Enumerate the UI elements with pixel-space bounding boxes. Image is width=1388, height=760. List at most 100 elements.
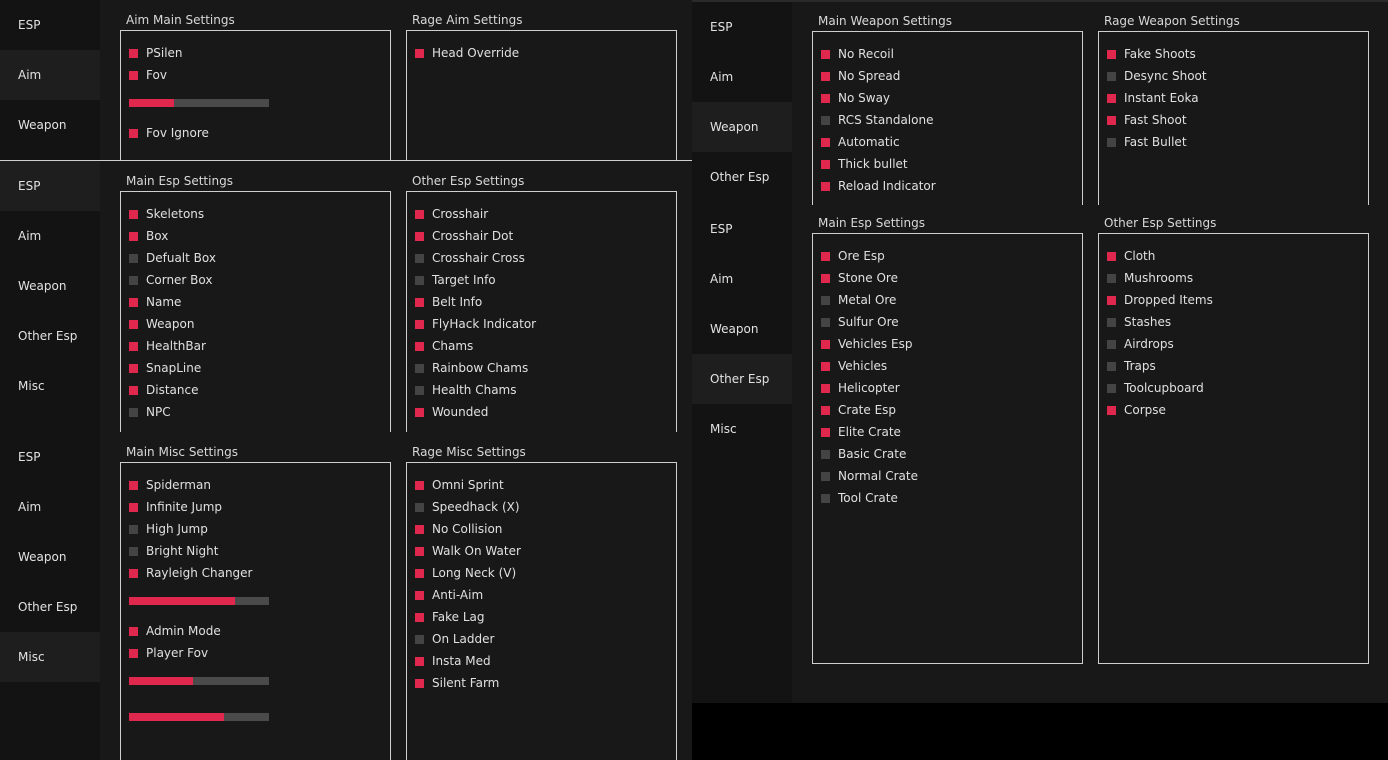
checkbox-checked[interactable] xyxy=(415,480,424,490)
option-infinite-jump[interactable]: Infinite Jump xyxy=(129,497,222,517)
option-helicopter[interactable]: Helicopter xyxy=(821,378,900,398)
sidebar-item-weapon[interactable]: Weapon xyxy=(692,102,792,152)
checkbox-checked[interactable] xyxy=(129,626,138,636)
checkbox-unchecked[interactable] xyxy=(129,546,138,556)
checkbox-checked[interactable] xyxy=(129,128,138,138)
option-sulfur-ore[interactable]: Sulfur Ore xyxy=(821,312,899,332)
option-snapline[interactable]: SnapLine xyxy=(129,358,201,378)
checkbox-unchecked[interactable] xyxy=(1107,339,1116,349)
option-high-jump[interactable]: High Jump xyxy=(129,519,208,539)
option-long-neck-v[interactable]: Long Neck (V) xyxy=(415,563,516,583)
option-defualt-box[interactable]: Defualt Box xyxy=(129,248,216,268)
checkbox-unchecked[interactable] xyxy=(821,115,830,125)
option-box[interactable]: Box xyxy=(129,226,168,246)
option-psilen[interactable]: PSilen xyxy=(129,43,183,63)
checkbox-checked[interactable] xyxy=(415,678,424,688)
option-bright-night[interactable]: Bright Night xyxy=(129,541,218,561)
option-stashes[interactable]: Stashes xyxy=(1107,312,1171,332)
checkbox-unchecked[interactable] xyxy=(415,634,424,644)
checkbox-checked[interactable] xyxy=(415,590,424,600)
checkbox-checked[interactable] xyxy=(415,568,424,578)
option-fov-ignore[interactable]: Fov Ignore xyxy=(129,123,209,143)
sidebar-item-other-esp[interactable]: Other Esp xyxy=(692,152,792,202)
sidebar-item-esp[interactable]: ESP xyxy=(692,204,792,254)
checkbox-unchecked[interactable] xyxy=(415,275,424,285)
option-silent-farm[interactable]: Silent Farm xyxy=(415,673,499,693)
value-slider[interactable] xyxy=(129,597,269,605)
checkbox-checked[interactable] xyxy=(415,524,424,534)
sidebar-item-esp[interactable]: ESP xyxy=(0,161,100,211)
sidebar-item-weapon[interactable]: Weapon xyxy=(0,532,100,582)
option-stone-ore[interactable]: Stone Ore xyxy=(821,268,898,288)
sidebar-item-esp[interactable]: ESP xyxy=(692,2,792,52)
checkbox-unchecked[interactable] xyxy=(1107,137,1116,147)
sidebar-item-other-esp[interactable]: Other Esp xyxy=(0,311,100,361)
checkbox-unchecked[interactable] xyxy=(415,385,424,395)
option-spiderman[interactable]: Spiderman xyxy=(129,475,211,495)
checkbox-checked[interactable] xyxy=(129,70,138,80)
checkbox-checked[interactable] xyxy=(415,341,424,351)
checkbox-checked[interactable] xyxy=(129,480,138,490)
option-speedhack-x[interactable]: Speedhack (X) xyxy=(415,497,520,517)
option-automatic[interactable]: Automatic xyxy=(821,132,900,152)
sidebar-item-aim[interactable]: Aim xyxy=(692,254,792,304)
option-healthbar[interactable]: HealthBar xyxy=(129,336,206,356)
checkbox-checked[interactable] xyxy=(415,209,424,219)
option-belt-info[interactable]: Belt Info xyxy=(415,292,482,312)
sidebar-item-aim[interactable]: Aim xyxy=(0,482,100,532)
checkbox-unchecked[interactable] xyxy=(821,317,830,327)
checkbox-checked[interactable] xyxy=(821,93,830,103)
checkbox-checked[interactable] xyxy=(129,341,138,351)
checkbox-checked[interactable] xyxy=(1107,93,1116,103)
checkbox-unchecked[interactable] xyxy=(1107,71,1116,81)
value-slider[interactable] xyxy=(129,677,269,685)
checkbox-checked[interactable] xyxy=(415,297,424,307)
option-fake-shoots[interactable]: Fake Shoots xyxy=(1107,44,1196,64)
sidebar-item-misc[interactable]: Misc xyxy=(0,632,100,682)
option-no-recoil[interactable]: No Recoil xyxy=(821,44,894,64)
checkbox-checked[interactable] xyxy=(129,568,138,578)
option-fast-shoot[interactable]: Fast Shoot xyxy=(1107,110,1187,130)
checkbox-checked[interactable] xyxy=(821,181,830,191)
checkbox-checked[interactable] xyxy=(129,648,138,658)
checkbox-checked[interactable] xyxy=(821,339,830,349)
sidebar-item-esp[interactable]: ESP xyxy=(0,432,100,482)
option-instant-eoka[interactable]: Instant Eoka xyxy=(1107,88,1199,108)
checkbox-unchecked[interactable] xyxy=(129,253,138,263)
checkbox-checked[interactable] xyxy=(821,405,830,415)
option-vehicles-esp[interactable]: Vehicles Esp xyxy=(821,334,912,354)
checkbox-checked[interactable] xyxy=(415,612,424,622)
option-omni-sprint[interactable]: Omni Sprint xyxy=(415,475,504,495)
checkbox-unchecked[interactable] xyxy=(129,524,138,534)
checkbox-checked[interactable] xyxy=(1107,405,1116,415)
checkbox-checked[interactable] xyxy=(129,297,138,307)
option-skeletons[interactable]: Skeletons xyxy=(129,204,204,224)
option-corner-box[interactable]: Corner Box xyxy=(129,270,213,290)
checkbox-unchecked[interactable] xyxy=(821,471,830,481)
checkbox-checked[interactable] xyxy=(129,209,138,219)
checkbox-unchecked[interactable] xyxy=(1107,273,1116,283)
sidebar-item-other-esp[interactable]: Other Esp xyxy=(692,354,792,404)
checkbox-unchecked[interactable] xyxy=(821,449,830,459)
sidebar-item-aim[interactable]: Aim xyxy=(0,211,100,261)
option-toolcupboard[interactable]: Toolcupboard xyxy=(1107,378,1204,398)
checkbox-unchecked[interactable] xyxy=(1107,361,1116,371)
checkbox-checked[interactable] xyxy=(821,383,830,393)
sidebar-item-weapon[interactable]: Weapon xyxy=(0,261,100,311)
checkbox-checked[interactable] xyxy=(821,273,830,283)
checkbox-checked[interactable] xyxy=(415,546,424,556)
checkbox-checked[interactable] xyxy=(1107,251,1116,261)
checkbox-checked[interactable] xyxy=(129,319,138,329)
checkbox-checked[interactable] xyxy=(415,231,424,241)
checkbox-unchecked[interactable] xyxy=(129,275,138,285)
option-flyhack-indicator[interactable]: FlyHack Indicator xyxy=(415,314,536,334)
checkbox-checked[interactable] xyxy=(821,137,830,147)
option-admin-mode[interactable]: Admin Mode xyxy=(129,621,221,641)
option-vehicles[interactable]: Vehicles xyxy=(821,356,887,376)
sidebar-item-aim[interactable]: Aim xyxy=(692,52,792,102)
option-corpse[interactable]: Corpse xyxy=(1107,400,1166,420)
option-basic-crate[interactable]: Basic Crate xyxy=(821,444,906,464)
checkbox-unchecked[interactable] xyxy=(415,253,424,263)
checkbox-unchecked[interactable] xyxy=(415,502,424,512)
option-fov[interactable]: Fov xyxy=(129,65,167,85)
